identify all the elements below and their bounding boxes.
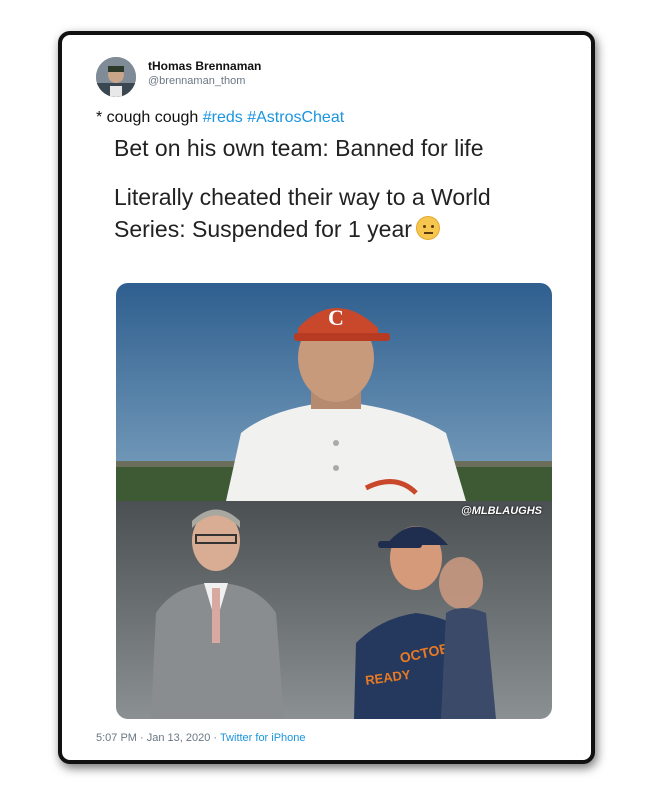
tweet-line-1: Bet on his own team: Banned for life <box>114 135 484 161</box>
avatar[interactable] <box>96 57 136 97</box>
media-image: C OCTOBER READY <box>116 283 552 719</box>
tweet-body: Bet on his own team: Banned for life Lit… <box>114 132 554 262</box>
svg-text:C: C <box>328 305 344 330</box>
tweet-media[interactable]: C OCTOBER READY @MLBLAUGHS <box>116 283 552 719</box>
intro-text: * cough cough <box>96 109 203 126</box>
tweet-meta: 5:07 PM · Jan 13, 2020 · Twitter for iPh… <box>96 732 306 744</box>
tweet-line-2: Literally cheated their way to a World S… <box>114 181 554 245</box>
tweet-source[interactable]: Twitter for iPhone <box>220 732 306 744</box>
tweet-card: tHomas Brennaman @brennaman_thom * cough… <box>58 31 595 764</box>
hashtag-astroscheat[interactable]: #AstrosCheat <box>247 109 344 126</box>
author-name[interactable]: tHomas Brennaman <box>148 59 261 73</box>
author-handle[interactable]: @brennaman_thom <box>148 75 245 87</box>
meta-separator: · <box>210 732 220 744</box>
face-with-raised-eyebrow-icon <box>415 216 440 240</box>
tweet-timestamp[interactable]: 5:07 PM · Jan 13, 2020 <box>96 732 210 744</box>
media-watermark: @MLBLAUGHS <box>461 505 542 517</box>
hashtag-reds[interactable]: #reds <box>203 109 243 126</box>
tweet-intro: * cough cough #reds #AstrosCheat <box>96 109 344 127</box>
